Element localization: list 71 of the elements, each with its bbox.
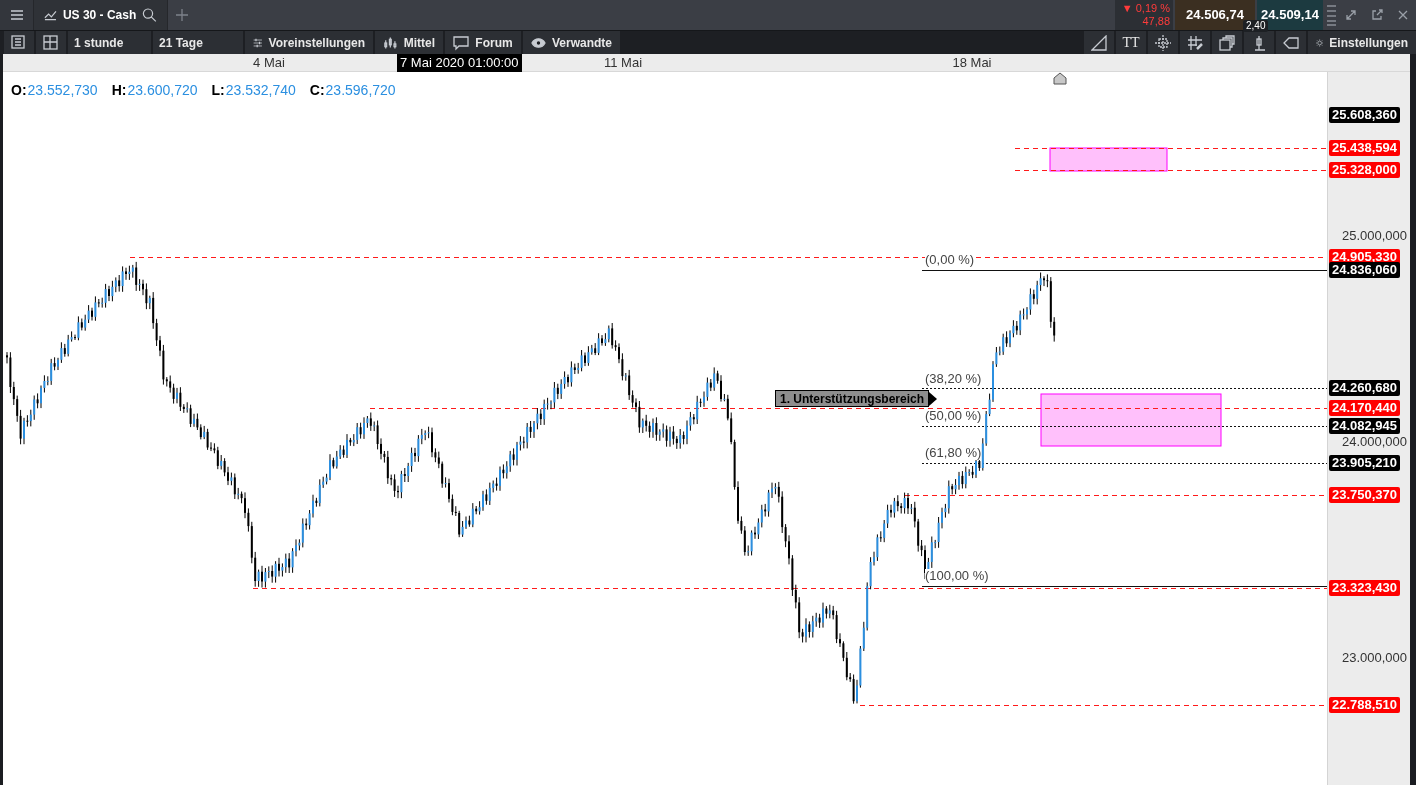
level-price-label: 24.082,945 — [1329, 418, 1401, 434]
current-price-label: 25.608,360 — [1329, 107, 1401, 123]
toolbar-icon-button[interactable] — [1180, 31, 1210, 54]
handle-icon — [1327, 4, 1336, 26]
toolbar-icon-button[interactable] — [1084, 31, 1114, 54]
ohlc-value: 23.532,740 — [225, 81, 296, 100]
line-price-label: 23.750,370 — [1329, 487, 1401, 503]
down-arrow-icon: ▼ — [1121, 2, 1133, 15]
toolbar-button[interactable]: Einstellungen — [1308, 31, 1416, 54]
fibonacci-level-label: (100,00 %) — [925, 569, 989, 583]
fibonacci-level-label: (0,00 %) — [925, 253, 975, 267]
menu-icon — [9, 9, 24, 21]
fibonacci-level-label: (38,20 %) — [925, 372, 982, 386]
close-icon — [1397, 9, 1409, 21]
ohlc-key: C: — [309, 80, 325, 101]
toolbar-button[interactable]: Mittel — [375, 31, 443, 54]
search-icon — [142, 7, 157, 23]
time-label: 18 Mai — [952, 54, 992, 72]
grid-layout-icon — [43, 34, 59, 51]
grid-pen-icon — [1187, 34, 1203, 51]
toolbar-icon-button[interactable] — [1212, 31, 1242, 54]
toolbar-icon-button[interactable] — [1276, 31, 1306, 54]
spread-label: 2,40 — [1243, 20, 1269, 32]
time-label: 11 Mai — [603, 54, 643, 72]
tag-icon — [1283, 34, 1299, 51]
time-label: 4 Mai — [253, 54, 285, 72]
toolbar-button[interactable]: 1 stunde — [68, 31, 151, 54]
price-tick-label: 25.000,000 — [1341, 228, 1407, 244]
toolbar-icon-button[interactable] — [36, 31, 66, 54]
popout-icon — [1371, 9, 1383, 21]
pointer-arrow-icon — [929, 391, 938, 406]
level-price-label: 24.260,680 — [1329, 380, 1401, 396]
ohlc-value: 23.600,720 — [127, 81, 198, 100]
line-price-label: 22.788,510 — [1329, 697, 1401, 713]
ohlc-value: 23.596,720 — [325, 81, 396, 100]
line-price-label: 23.323,430 — [1329, 580, 1401, 596]
toolbar-button[interactable]: Verwandte — [523, 31, 620, 54]
ohlc-key: H: — [111, 80, 127, 101]
toolbar-button[interactable]: Voreinstellungen — [245, 31, 373, 54]
toolbar-button[interactable]: 21 Tage — [153, 31, 243, 54]
toolbar-button[interactable]: Forum — [445, 31, 521, 54]
line-price-label: 24.170,440 — [1329, 400, 1401, 416]
fibonacci-level-label: (50,00 %) — [925, 409, 982, 423]
list-icon — [11, 34, 27, 51]
ohlc-key: O: — [11, 80, 27, 101]
triangle-ruler-icon — [1091, 34, 1107, 51]
line-price-label: 25.438,594 — [1329, 140, 1401, 156]
ohlc-value: 23.552,730 — [27, 81, 98, 100]
point-change: 47,88 — [1142, 15, 1170, 28]
annotation-label: 1. Unterstützungsbereich — [775, 390, 930, 407]
crosshair-time-label: 7 Mai 2020 01:00:00 — [397, 54, 522, 72]
line-price-label: 25.328,000 — [1329, 162, 1401, 178]
menu-button[interactable] — [0, 0, 34, 30]
ohlc-key: L: — [211, 80, 225, 101]
level-price-label: 24.836,060 — [1329, 262, 1401, 278]
chart-line-icon — [44, 9, 57, 21]
price-tick-label: 24.000,000 — [1341, 434, 1407, 450]
expand-icon — [1345, 9, 1357, 21]
toolbar-icon-button[interactable] — [1244, 31, 1274, 54]
chat-bubble-icon — [453, 34, 470, 51]
instrument-tab[interactable]: US 30 - Cash — [34, 0, 168, 30]
fibonacci-level-label: (61,80 %) — [925, 446, 982, 460]
toolbar-button[interactable]: TT — [1116, 31, 1146, 54]
stacked-windows-icon — [1219, 34, 1235, 51]
toolbar-icon-button[interactable] — [4, 31, 34, 54]
percent-change: 0,19 % — [1135, 2, 1170, 15]
crosshair-icon — [1155, 34, 1171, 51]
plus-icon — [176, 9, 188, 21]
price-tick-label: 23.000,000 — [1341, 650, 1407, 666]
toolbar-icon-button[interactable] — [1148, 31, 1178, 54]
level-price-label: 23.905,210 — [1329, 455, 1401, 471]
